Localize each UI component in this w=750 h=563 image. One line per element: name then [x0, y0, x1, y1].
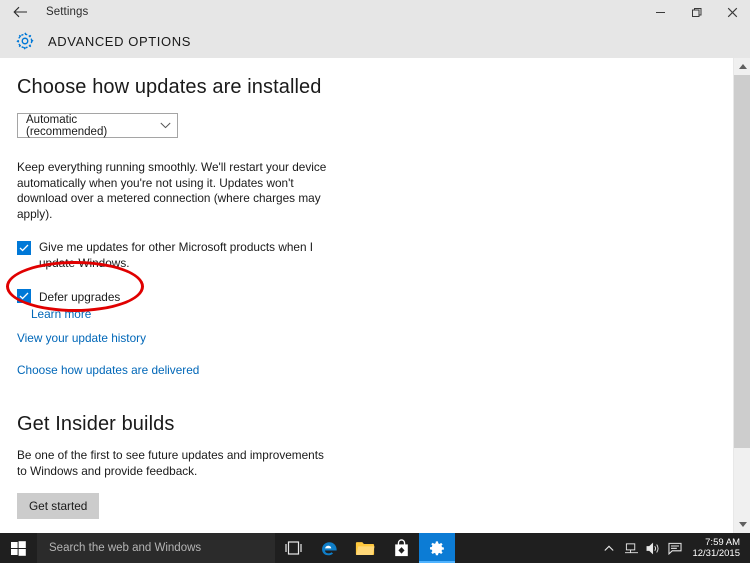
- page-title: ADVANCED OPTIONS: [48, 33, 191, 49]
- windows-start-icon[interactable]: [0, 533, 37, 563]
- checkbox-row-defer-upgrades[interactable]: Defer upgrades Learn more: [17, 288, 717, 321]
- scroll-up-icon[interactable]: [734, 58, 750, 75]
- taskbar-clock[interactable]: 7:59 AM 12/31/2015: [686, 537, 746, 560]
- view-update-history-link[interactable]: View your update history: [17, 331, 717, 345]
- settings-content: Choose how updates are installed Automat…: [0, 58, 717, 533]
- section-title-updates: Choose how updates are installed: [17, 76, 322, 98]
- gear-icon: [8, 24, 42, 58]
- choose-updates-delivered-link[interactable]: Choose how updates are delivered: [17, 363, 717, 377]
- title-bar: Settings: [0, 0, 750, 24]
- checkbox-microsoft-products[interactable]: [17, 241, 31, 255]
- edge-icon[interactable]: [311, 533, 347, 563]
- chevron-down-icon: [160, 122, 171, 129]
- settings-icon[interactable]: [419, 533, 455, 563]
- clock-date: 12/31/2015: [692, 548, 740, 559]
- close-icon[interactable]: [714, 0, 750, 24]
- minimize-icon[interactable]: [642, 0, 678, 24]
- search-input-placeholder: Search the web and Windows: [49, 542, 202, 554]
- network-icon[interactable]: [620, 533, 642, 563]
- back-arrow-icon[interactable]: [0, 0, 40, 24]
- taskbar-search-box[interactable]: Search the web and Windows: [37, 533, 275, 563]
- checkbox-label-microsoft-products: Give me updates for other Microsoft prod…: [39, 240, 314, 270]
- restore-icon[interactable]: [678, 0, 714, 24]
- window-controls: [642, 0, 750, 24]
- checkbox-defer-upgrades[interactable]: [17, 289, 31, 303]
- page-header: ADVANCED OPTIONS: [0, 24, 750, 58]
- learn-more-link[interactable]: Learn more: [31, 307, 120, 321]
- system-tray: 7:59 AM 12/31/2015: [598, 533, 750, 563]
- taskbar: Search the web and Windows 7:59 AM 12/31…: [0, 533, 750, 563]
- window-title: Settings: [46, 6, 89, 18]
- volume-icon[interactable]: [642, 533, 664, 563]
- defer-upgrades-group: Defer upgrades Learn more: [31, 288, 120, 321]
- checkbox-label-defer-upgrades: Defer upgrades: [39, 290, 121, 304]
- section-title-insider: Get Insider builds: [17, 413, 175, 435]
- vertical-scrollbar[interactable]: [733, 58, 750, 533]
- action-center-icon[interactable]: [664, 533, 686, 563]
- insider-description: Be one of the first to see future update…: [17, 448, 324, 478]
- store-icon[interactable]: [383, 533, 419, 563]
- file-explorer-icon[interactable]: [347, 533, 383, 563]
- content-scroll-area: Choose how updates are installed Automat…: [0, 58, 750, 533]
- show-hidden-icons-icon[interactable]: [598, 533, 620, 563]
- scrollbar-thumb[interactable]: [734, 75, 750, 448]
- get-started-button[interactable]: Get started: [17, 493, 100, 519]
- settings-window: Settings ADVANCED OPTIONS Choose how upd…: [0, 0, 750, 533]
- clock-time: 7:59 AM: [705, 536, 740, 548]
- checkbox-row-microsoft-products[interactable]: Give me updates for other Microsoft prod…: [17, 240, 717, 271]
- update-install-dropdown[interactable]: Automatic (recommended): [17, 113, 178, 138]
- task-view-icon[interactable]: [275, 533, 311, 563]
- dropdown-selected-value: Automatic (recommended): [26, 113, 108, 138]
- scroll-down-icon[interactable]: [734, 516, 750, 533]
- updates-description: Keep everything running smoothly. We'll …: [17, 160, 327, 221]
